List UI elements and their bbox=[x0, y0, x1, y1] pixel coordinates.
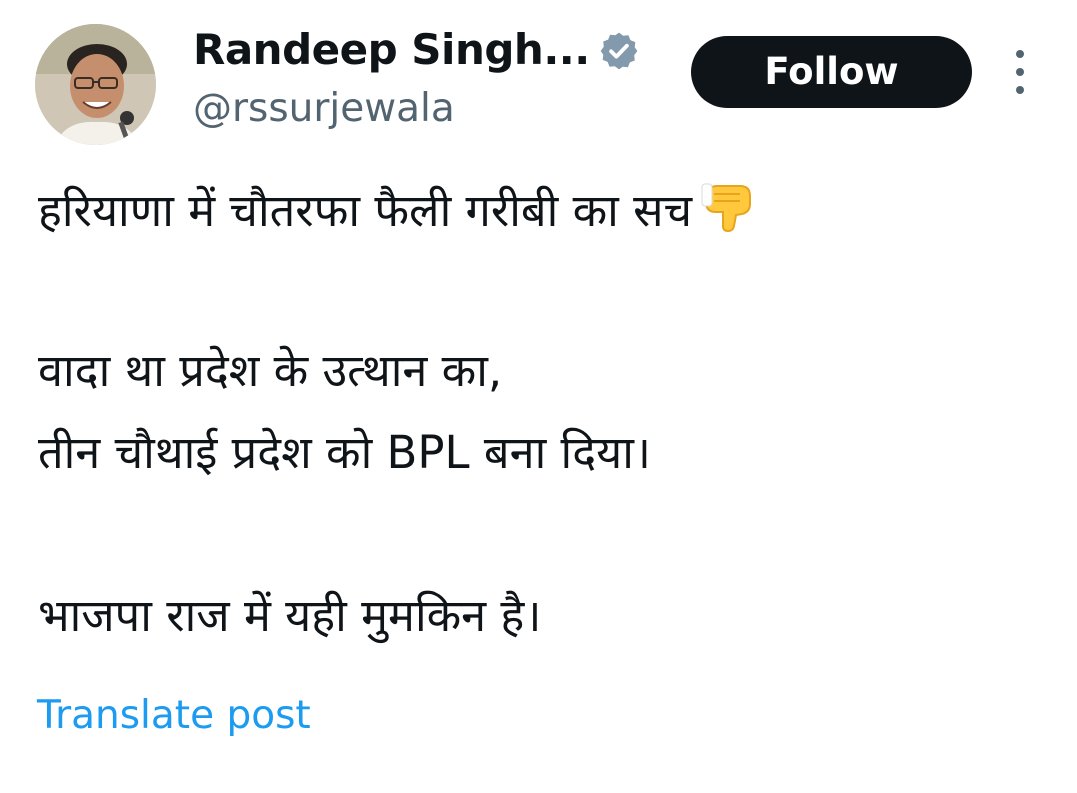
backhand-index-pointing-down-icon bbox=[700, 176, 756, 252]
post-line: हरियाणा में चौतरफा फैली गरीबी का सच bbox=[38, 176, 756, 252]
author-handle[interactable]: @rssurjewala bbox=[193, 84, 455, 134]
more-vertical-icon-dot bbox=[1016, 86, 1024, 94]
author-display-name[interactable]: Randeep Singh... bbox=[193, 24, 590, 76]
post-line-text: हरियाणा में चौतरफा फैली गरीबी का सच bbox=[38, 184, 693, 237]
follow-button[interactable]: Follow bbox=[691, 36, 972, 108]
avatar[interactable] bbox=[35, 24, 156, 145]
verified-badge-icon[interactable] bbox=[598, 30, 640, 72]
post-line: वादा था प्रदेश के उत्थान का, bbox=[38, 336, 502, 406]
post-line-text: भाजपा राज में यही मुमकिन है। bbox=[38, 589, 542, 642]
more-vertical-icon-dot bbox=[1016, 68, 1024, 76]
more-options-button[interactable] bbox=[1000, 50, 1040, 94]
post-line-text: तीन चौथाई प्रदेश को BPL बना दिया। bbox=[38, 426, 651, 479]
translate-post-link[interactable]: Translate post bbox=[37, 690, 311, 742]
avatar-photo bbox=[35, 24, 156, 145]
post-line: तीन चौथाई प्रदेश को BPL बना दिया। bbox=[38, 418, 651, 488]
post-line: भाजपा राज में यही मुमकिन है। bbox=[38, 581, 541, 651]
post-line-text: वादा था प्रदेश के उत्थान का, bbox=[38, 344, 503, 397]
post-header: Randeep Singh... @rssurjewala Follow bbox=[0, 0, 1077, 160]
more-vertical-icon bbox=[1016, 50, 1024, 58]
